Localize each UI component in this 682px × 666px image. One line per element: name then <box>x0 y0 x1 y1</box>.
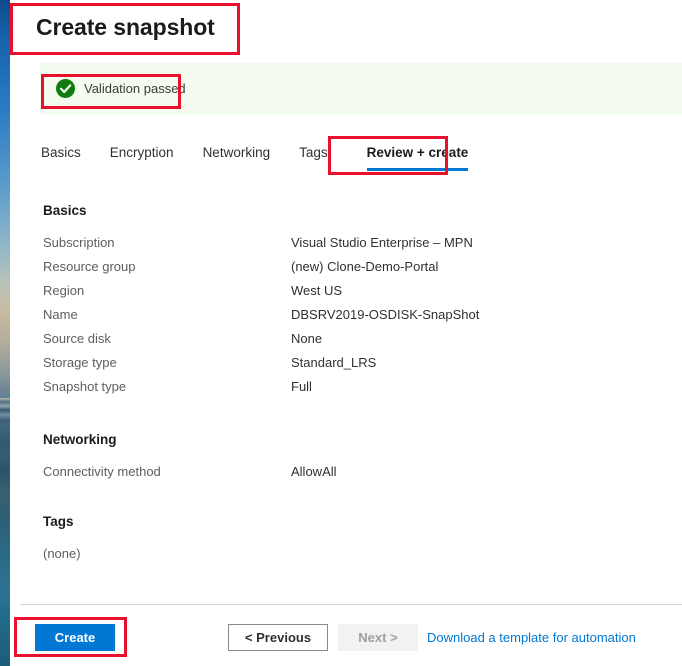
footer-divider <box>20 604 682 605</box>
previous-button[interactable]: < Previous <box>228 624 328 651</box>
next-button: Next > <box>338 624 418 651</box>
summary-row: Snapshot type Full <box>43 375 663 399</box>
section-tags: Tags (none) <box>43 512 663 566</box>
tab-encryption[interactable]: Encryption <box>110 143 174 171</box>
azure-portal-blade: Create snapshot Validation passed Basics… <box>0 0 682 666</box>
summary-row: Resource group (new) Clone-Demo-Portal <box>43 255 663 279</box>
validation-message: Validation passed <box>84 81 186 96</box>
value-name: DBSRV2019-OSDISK-SnapShot <box>291 307 480 322</box>
value-snapshot-type: Full <box>291 379 312 394</box>
tab-tags[interactable]: Tags <box>299 143 328 171</box>
create-snapshot-blade: Create snapshot Validation passed Basics… <box>10 0 682 666</box>
summary-row: Connectivity method AllowAll <box>43 460 663 484</box>
label-region: Region <box>43 283 85 298</box>
create-button[interactable]: Create <box>35 624 115 651</box>
section-tags-heading: Tags <box>43 514 74 529</box>
wizard-tabs: Basics Encryption Networking Tags Review… <box>41 143 468 171</box>
download-template-link[interactable]: Download a template for automation <box>427 628 636 647</box>
value-connectivity-method: AllowAll <box>291 464 337 479</box>
value-subscription: Visual Studio Enterprise – MPN <box>291 235 473 250</box>
section-basics-heading: Basics <box>43 203 87 218</box>
summary-row: Source disk None <box>43 327 663 351</box>
label-connectivity-method: Connectivity method <box>43 464 161 479</box>
label-snapshot-type: Snapshot type <box>43 379 127 394</box>
label-source-disk: Source disk <box>43 331 111 346</box>
value-source-disk: None <box>291 331 323 346</box>
summary-row: Subscription Visual Studio Enterprise – … <box>43 231 663 255</box>
tab-basics[interactable]: Basics <box>41 143 81 171</box>
summary-row: Storage type Standard_LRS <box>43 351 663 375</box>
section-networking-heading: Networking <box>43 432 117 447</box>
label-name: Name <box>43 307 78 322</box>
tab-networking[interactable]: Networking <box>203 143 271 171</box>
section-networking: Networking Connectivity method AllowAll <box>43 430 663 484</box>
label-storage-type: Storage type <box>43 355 117 370</box>
summary-row: Name DBSRV2019-OSDISK-SnapShot <box>43 303 663 327</box>
page-title: Create snapshot <box>36 14 215 40</box>
summary-row: Region West US <box>43 279 663 303</box>
value-resource-group: (new) Clone-Demo-Portal <box>291 259 439 274</box>
value-storage-type: Standard_LRS <box>291 355 377 370</box>
tab-review-create[interactable]: Review + create <box>366 143 468 171</box>
validation-banner: Validation passed <box>40 63 682 115</box>
portal-background-image-strip <box>0 0 10 666</box>
check-circle-icon <box>56 79 75 98</box>
label-subscription: Subscription <box>43 235 115 250</box>
tags-empty-text: (none) <box>43 546 81 561</box>
label-resource-group: Resource group <box>43 259 136 274</box>
value-region: West US <box>291 283 343 298</box>
section-basics: Basics Subscription Visual Studio Enterp… <box>43 201 663 399</box>
